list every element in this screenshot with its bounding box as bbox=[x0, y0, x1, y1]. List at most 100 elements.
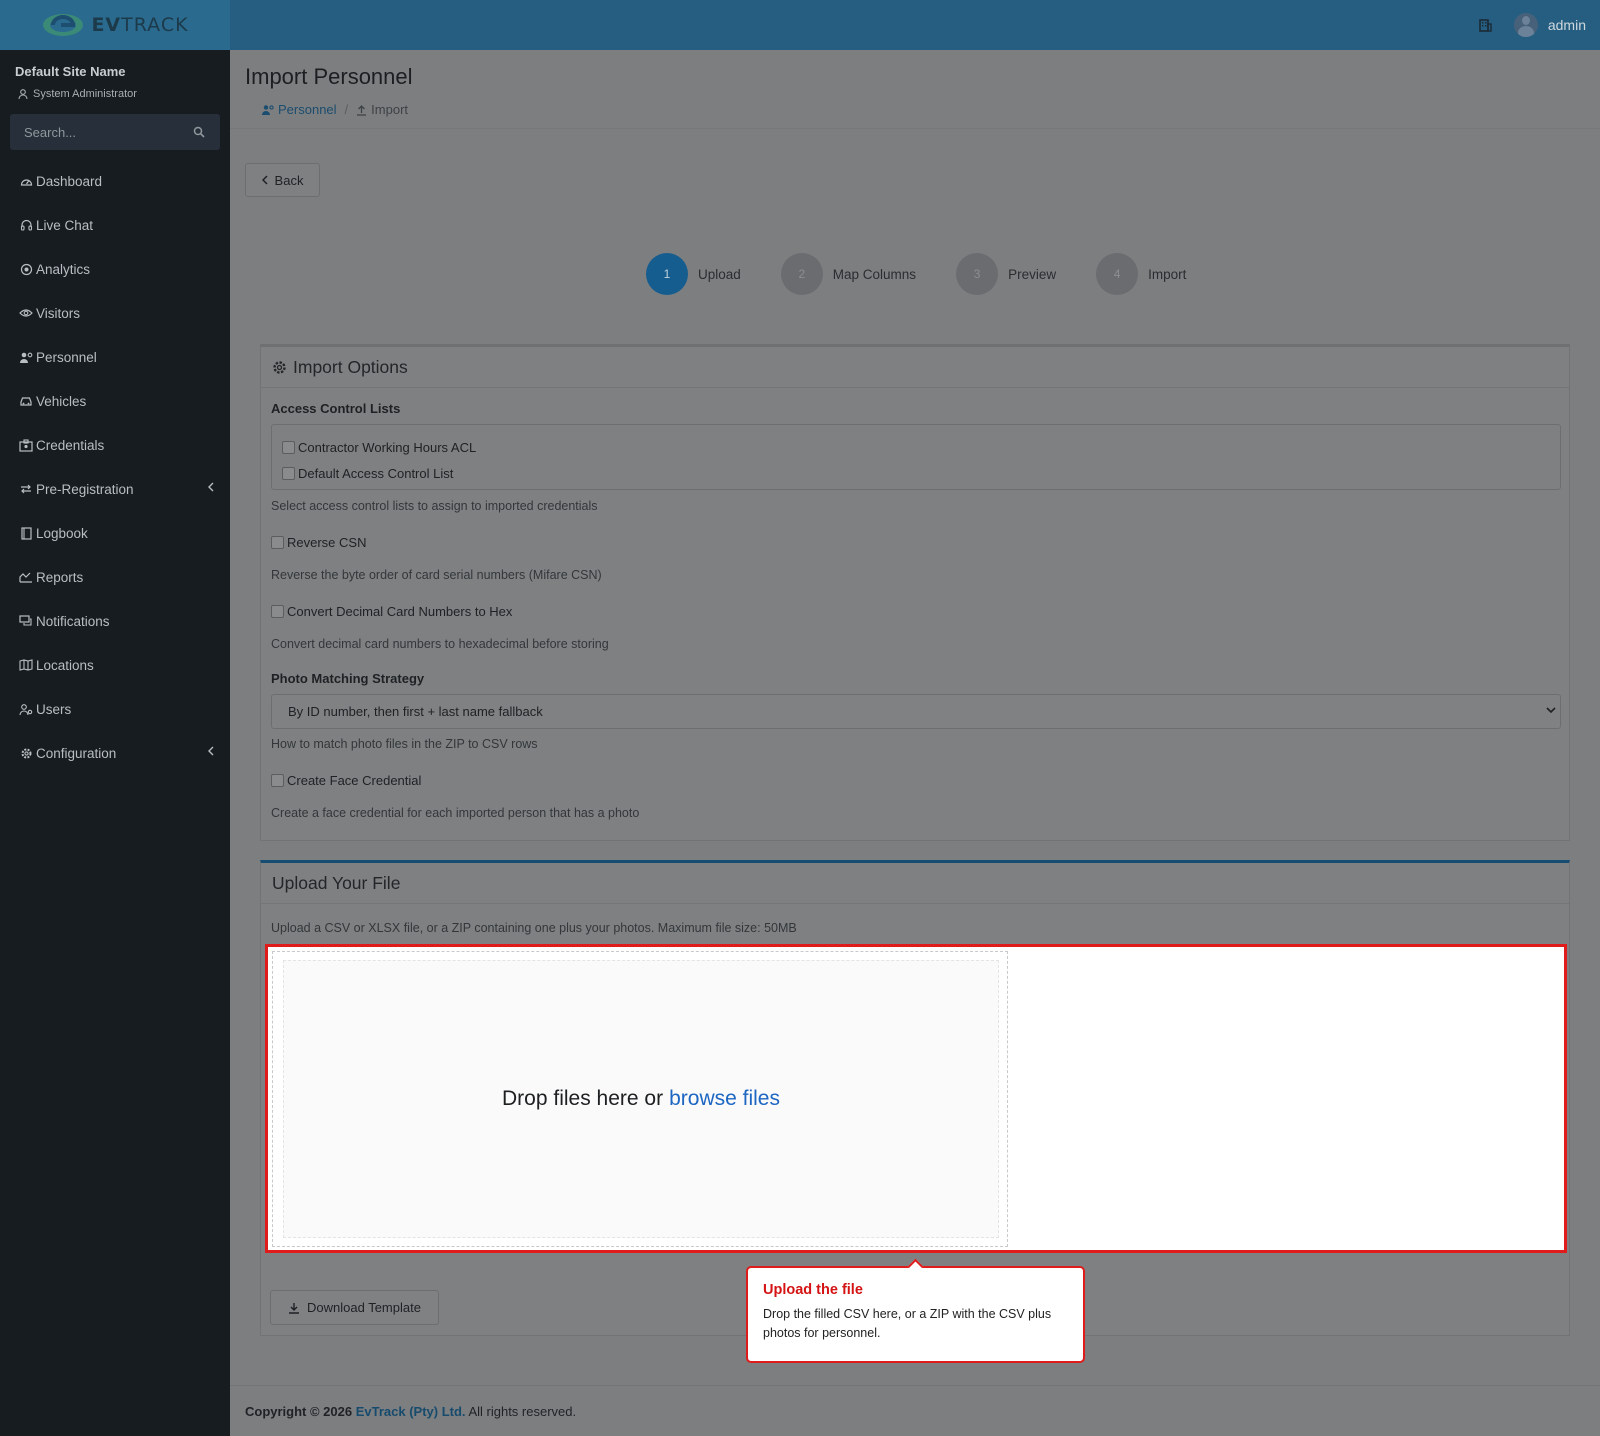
step-preview: 3 Preview bbox=[956, 253, 1056, 295]
browse-files-link[interactable]: browse files bbox=[669, 1087, 780, 1111]
reverse-csn-label: Reverse CSN bbox=[287, 534, 367, 550]
chevron-left-icon bbox=[261, 175, 268, 185]
face-credential-option[interactable]: Create Face Credential bbox=[271, 772, 1559, 788]
upload-icon bbox=[357, 104, 367, 116]
reverse-csn-option[interactable]: Reverse CSN bbox=[271, 534, 1559, 550]
sidebar-item-credentials[interactable]: Credentials bbox=[0, 423, 230, 467]
photo-strategy-select[interactable]: By ID number, then first + last name fal… bbox=[271, 694, 1561, 729]
sidebar-item-personnel[interactable]: Personnel bbox=[0, 335, 230, 379]
gear-icon bbox=[19, 746, 33, 760]
sidebar-item-dashboard[interactable]: Dashboard bbox=[0, 159, 230, 203]
photo-strategy-help: How to match photo files in the ZIP to C… bbox=[271, 737, 538, 751]
breadcrumb-personnel[interactable]: Personnel bbox=[261, 102, 337, 117]
sidebar-item-vehicles[interactable]: Vehicles bbox=[0, 379, 230, 423]
footer-rights: All rights reserved. bbox=[468, 1404, 577, 1419]
convert-hex-checkbox[interactable] bbox=[271, 604, 284, 618]
upload-body: Upload a CSV or XLSX file, or a ZIP cont… bbox=[271, 921, 1559, 935]
chevron-left-icon bbox=[208, 746, 214, 756]
upload-hint: Upload a CSV or XLSX file, or a ZIP cont… bbox=[271, 921, 797, 935]
reverse-csn-help: Reverse the byte order of card serial nu… bbox=[271, 568, 602, 582]
tooltip-title: Upload the file bbox=[763, 1282, 863, 1298]
sidebar-item-label: Dashboard bbox=[36, 173, 103, 189]
acl-option[interactable]: Contractor Working Hours ACL bbox=[282, 434, 1550, 460]
breadcrumb-separator: / bbox=[344, 102, 349, 117]
car-icon bbox=[19, 394, 33, 408]
sidebar-item-logbook[interactable]: Logbook bbox=[0, 511, 230, 555]
sidebar-item-label: Reports bbox=[36, 569, 84, 585]
step-label: Import bbox=[1148, 266, 1187, 282]
avatar bbox=[1513, 13, 1538, 37]
face-credential-checkbox[interactable] bbox=[271, 773, 284, 787]
user-gear-icon bbox=[262, 104, 274, 115]
sidebar-item-analytics[interactable]: Analytics bbox=[0, 247, 230, 291]
dropzone-frame: Drop files here or browse files bbox=[272, 951, 1008, 1247]
id-badge-icon bbox=[19, 438, 33, 452]
evtrack-logo: EVTRACK bbox=[41, 10, 188, 40]
footer-company-link[interactable]: EvTrack (Pty) Ltd. bbox=[356, 1404, 466, 1419]
sidebar-item-label: Vehicles bbox=[36, 393, 87, 409]
search-input[interactable] bbox=[10, 114, 220, 150]
step-label: Preview bbox=[1008, 266, 1057, 282]
breadcrumb-personnel-label: Personnel bbox=[278, 102, 337, 117]
step-label: Upload bbox=[698, 266, 741, 282]
user-role: System Administrator bbox=[18, 88, 137, 100]
acl-checkbox[interactable] bbox=[282, 466, 295, 480]
footer-divider bbox=[230, 1385, 1600, 1386]
user-gear-icon bbox=[19, 350, 33, 364]
chat-icon bbox=[19, 614, 33, 628]
download-template-button[interactable]: Download Template bbox=[270, 1290, 439, 1325]
acl-option-label: Contractor Working Hours ACL bbox=[298, 439, 477, 455]
tour-tooltip: Upload the file Drop the filled CSV here… bbox=[746, 1266, 1085, 1363]
download-template-label: Download Template bbox=[307, 1300, 421, 1315]
sidebar-item-label: Users bbox=[36, 701, 72, 717]
photo-strategy-label: Photo Matching Strategy bbox=[271, 671, 425, 686]
brand-suffix: TRACK bbox=[121, 14, 189, 36]
search-icon[interactable] bbox=[193, 126, 205, 138]
import-options-body: Access Control Lists Contractor Working … bbox=[271, 401, 1561, 820]
logo-icon bbox=[43, 14, 84, 36]
import-options-card: Import Options Access Control Lists Cont… bbox=[260, 344, 1570, 841]
breadcrumb-current: Import bbox=[356, 102, 408, 117]
sidebar-item-visitors[interactable]: Visitors bbox=[0, 291, 230, 335]
user-menu[interactable]: admin bbox=[1513, 13, 1586, 37]
page-title: Import Personnel bbox=[245, 64, 413, 89]
step-import: 4 Import bbox=[1096, 253, 1186, 295]
import-stepper: 1 Upload 2 Map Columns 3 Preview 4 Impor… bbox=[646, 253, 1226, 295]
sidebar-item-reports[interactable]: Reports bbox=[0, 555, 230, 599]
step-upload: 1 Upload bbox=[646, 253, 741, 295]
reverse-csn-checkbox[interactable] bbox=[271, 535, 284, 549]
sidebar-search bbox=[10, 114, 220, 150]
map-icon bbox=[19, 658, 33, 672]
acl-option[interactable]: Default Access Control List bbox=[282, 460, 1550, 486]
sidebar-item-users[interactable]: Users bbox=[0, 687, 230, 731]
footer: Copyright © 2026 EvTrack (Pty) Ltd. All … bbox=[245, 1404, 576, 1419]
sidebar-item-notifications[interactable]: Notifications bbox=[0, 599, 230, 643]
face-credential-help: Create a face credential for each import… bbox=[271, 806, 640, 820]
brand[interactable]: EVTRACK bbox=[0, 0, 230, 50]
sidebar-item-label: Notifications bbox=[36, 613, 110, 629]
step-map-columns: 2 Map Columns bbox=[780, 253, 916, 295]
acl-checkbox[interactable] bbox=[282, 440, 295, 454]
sidebar-item-label: Visitors bbox=[36, 305, 81, 321]
convert-hex-option[interactable]: Convert Decimal Card Numbers to Hex bbox=[271, 603, 1559, 619]
file-dropzone[interactable]: Drop files here or browse files bbox=[283, 960, 999, 1238]
step-number: 1 bbox=[646, 253, 688, 295]
convert-hex-label: Convert Decimal Card Numbers to Hex bbox=[287, 603, 513, 619]
card-header: Upload Your File bbox=[261, 863, 1569, 904]
footer-copyright: Copyright © 2026 bbox=[245, 1404, 353, 1419]
book-icon bbox=[19, 526, 33, 540]
sidebar-item-live-chat[interactable]: Live Chat bbox=[0, 203, 230, 247]
building-icon[interactable] bbox=[1478, 18, 1492, 32]
sidebar-item-configuration[interactable]: Configuration bbox=[0, 731, 230, 775]
sidebar: Default Site Name System Administrator D… bbox=[0, 50, 230, 1436]
sidebar-item-pre-registration[interactable]: Pre-Registration bbox=[0, 467, 230, 511]
sidebar-item-locations[interactable]: Locations bbox=[0, 643, 230, 687]
photo-strategy-value: By ID number, then first + last name fal… bbox=[288, 704, 543, 719]
target-icon bbox=[19, 262, 33, 276]
sidebar-item-label: Analytics bbox=[36, 261, 91, 277]
back-button[interactable]: Back bbox=[245, 163, 320, 197]
card-title: Import Options bbox=[293, 356, 408, 377]
user-icon bbox=[18, 88, 28, 99]
eye-icon bbox=[19, 306, 33, 320]
dropzone-text: Drop files here or bbox=[502, 1087, 664, 1110]
